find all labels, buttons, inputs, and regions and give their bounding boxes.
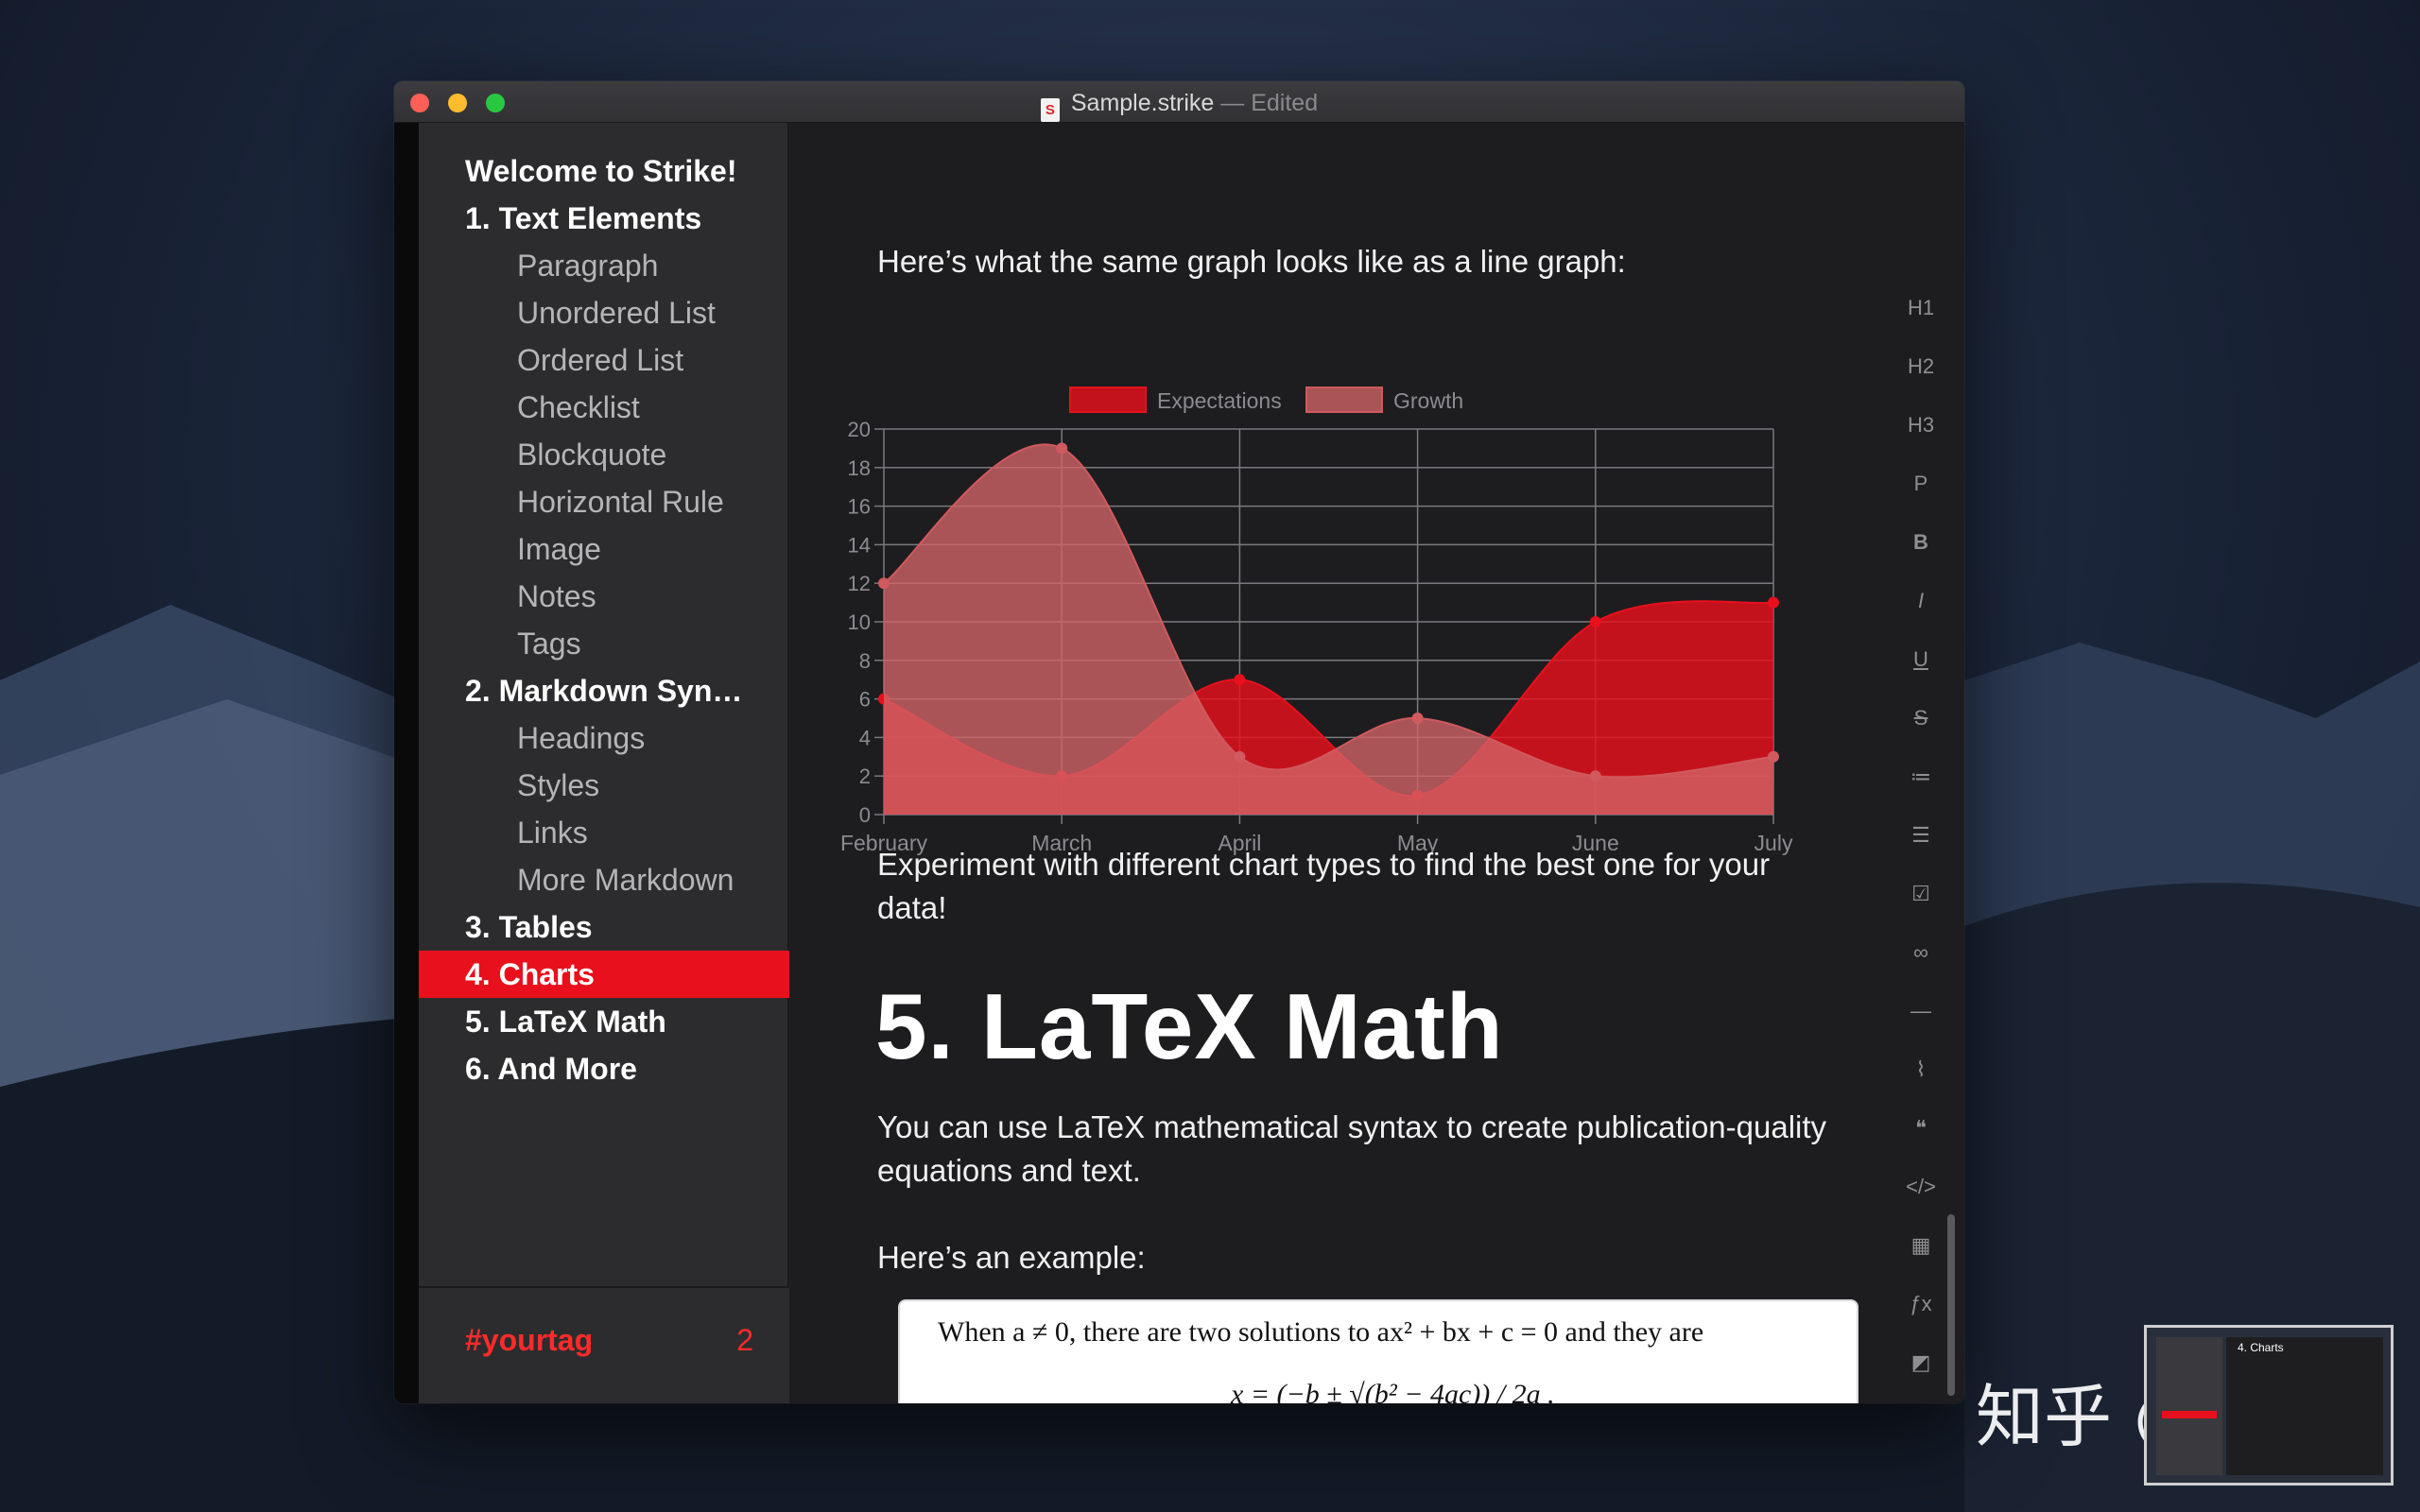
outline-item[interactable]: Blockquote xyxy=(419,431,789,478)
tag-label[interactable]: #yourtag xyxy=(465,1323,593,1358)
legend-swatch xyxy=(1305,387,1383,413)
chart-icon[interactable]: ◩ xyxy=(1900,1342,1942,1383)
quote-icon[interactable]: ❝ xyxy=(1900,1108,1942,1149)
outline-sidebar: Welcome to Strike! 1. Text Elements Paragr… xyxy=(419,123,789,1403)
outline-item[interactable]: Ordered List xyxy=(419,336,789,384)
outline-item[interactable]: Paragraph xyxy=(419,242,789,289)
outline-item[interactable]: Image xyxy=(419,525,789,573)
outline-item[interactable]: Horizontal Rule xyxy=(419,478,789,525)
strikethrough-button[interactable]: S xyxy=(1900,697,1942,739)
outline-item[interactable]: Links xyxy=(419,809,789,856)
y-tick-label: 4 xyxy=(859,726,871,749)
edited-status: — Edited xyxy=(1220,90,1319,116)
bold-button[interactable]: B xyxy=(1900,522,1942,563)
ordered-list-icon[interactable]: ≔ xyxy=(1900,756,1942,798)
data-point xyxy=(1234,674,1246,686)
format-toolbar: H1H2H3PBIUS≔☰☑∞—⌇❝</>▦ƒx◩▤ABC xyxy=(1887,123,1964,1403)
y-tick-label: 18 xyxy=(848,456,871,480)
line-chart: 02468101214161820February March April May Ju… xyxy=(840,387,1793,855)
data-point xyxy=(1589,616,1601,627)
preview-thumbnail: 4. Charts xyxy=(2144,1325,2394,1486)
y-tick-label: 10 xyxy=(848,610,871,634)
underline-button[interactable]: U xyxy=(1900,639,1942,680)
y-tick-label: 16 xyxy=(848,495,871,519)
document-editor[interactable]: Here’s what the same graph looks like as… xyxy=(790,123,1887,1403)
title-bar[interactable]: S Sample.strike — Edited xyxy=(394,81,1964,123)
horizontal-rule-icon[interactable]: — xyxy=(1900,990,1942,1032)
legend-swatch xyxy=(1069,387,1147,413)
italic-button[interactable]: I xyxy=(1900,580,1942,622)
outline-item[interactable]: Unordered List xyxy=(419,289,789,336)
y-tick-label: 20 xyxy=(848,418,871,441)
heading3-button[interactable]: H3 xyxy=(1900,404,1942,446)
outline-item[interactable]: 4. Charts xyxy=(419,951,789,998)
chart-experiment-paragraph: Experiment with different chart types to… xyxy=(877,847,1771,925)
app-window: S Sample.strike — Edited Welcome to Strik… xyxy=(394,81,1964,1403)
thumbnail-label: 4. Charts xyxy=(2238,1341,2284,1354)
table-icon[interactable]: ▦ xyxy=(1900,1225,1942,1266)
legend-label: Expectations xyxy=(1157,388,1282,413)
y-tick-label: 2 xyxy=(859,765,871,788)
outline-item[interactable]: 3. Tables xyxy=(419,903,789,951)
tags-footer: #yourtag 2 xyxy=(419,1286,789,1403)
link-icon[interactable]: ∞ xyxy=(1900,932,1942,973)
y-tick-label: 0 xyxy=(859,803,871,827)
outline-item[interactable]: Welcome to Strike! xyxy=(419,147,789,195)
thumbnail-active-row xyxy=(2162,1411,2217,1418)
document-icon: S xyxy=(1040,98,1060,122)
unordered-list-icon[interactable]: ☰ xyxy=(1900,815,1942,856)
quadratic-formula: x = (−b ± √(b² − 4ac)) / 2a . xyxy=(1231,1379,1555,1403)
y-tick-label: 6 xyxy=(859,688,871,712)
y-tick-label: 14 xyxy=(848,533,871,557)
legend-label: Growth xyxy=(1393,388,1463,413)
latex-math-block[interactable]: When a ≠ 0, there are two solutions to a… xyxy=(898,1299,1858,1403)
outline-item[interactable]: Tags xyxy=(419,620,789,667)
tag-count-badge: 2 xyxy=(736,1323,753,1357)
math-text-line: When a ≠ 0, there are two solutions to a… xyxy=(938,1316,1704,1348)
heading2-button[interactable]: H2 xyxy=(1900,346,1942,387)
data-point xyxy=(1768,596,1779,609)
paragraph-button[interactable]: P xyxy=(1900,463,1942,505)
outline-item[interactable]: 1. Text Elements xyxy=(419,195,789,242)
code-icon[interactable]: </> xyxy=(1900,1166,1942,1208)
notes-icon[interactable]: ▤ xyxy=(1900,1400,1942,1403)
outline-item[interactable]: Styles xyxy=(419,762,789,809)
document-name: Sample.strike xyxy=(1070,90,1215,116)
outline-item[interactable]: 2. Markdown Syn… xyxy=(419,667,789,714)
outline-item[interactable]: More Markdown xyxy=(419,856,789,903)
window-title: S Sample.strike — Edited xyxy=(394,90,1964,122)
latex-description-paragraph: You can use LaTeX mathematical syntax to… xyxy=(877,1109,1827,1188)
outline-item[interactable]: Notes xyxy=(419,573,789,620)
example-label: Here’s an example: xyxy=(877,1240,1146,1275)
outline-item[interactable]: 5. LaTeX Math xyxy=(419,998,789,1045)
y-tick-label: 8 xyxy=(859,649,871,673)
data-point xyxy=(878,577,890,590)
data-point xyxy=(1411,713,1424,724)
outline-item[interactable]: Checklist xyxy=(419,384,789,431)
attachment-icon[interactable]: ⌇ xyxy=(1900,1049,1942,1091)
formula-icon[interactable]: ƒx xyxy=(1900,1283,1942,1325)
sidebar-edge xyxy=(394,123,419,1403)
thumbnail-sidebar xyxy=(2156,1337,2222,1475)
data-point xyxy=(1234,750,1246,763)
chart-intro-paragraph: Here’s what the same graph looks like as… xyxy=(877,244,1626,279)
outline-item[interactable]: 6. And More xyxy=(419,1045,789,1092)
checklist-icon[interactable]: ☑ xyxy=(1900,873,1942,915)
data-point xyxy=(1056,442,1068,455)
y-tick-label: 12 xyxy=(848,572,871,595)
heading1-button[interactable]: H1 xyxy=(1900,287,1942,329)
data-point xyxy=(1768,750,1779,763)
thumbnail-content xyxy=(2226,1337,2383,1475)
outline-item[interactable]: Headings xyxy=(419,714,789,762)
data-point xyxy=(1589,770,1601,782)
latex-heading: 5. LaTeX Math xyxy=(875,974,1504,1078)
editor-scrollbar[interactable] xyxy=(1947,1214,1955,1396)
